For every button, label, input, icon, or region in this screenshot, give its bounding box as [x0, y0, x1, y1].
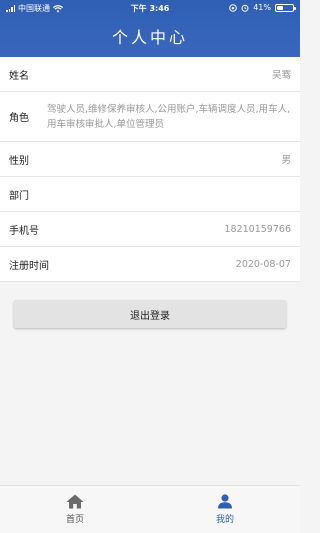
battery-icon — [275, 3, 296, 12]
profile-row-department: 部门 — [0, 177, 300, 212]
row-label: 角色 — [9, 113, 29, 124]
row-label: 姓名 — [9, 70, 29, 82]
user-icon — [218, 494, 232, 509]
tab-mine[interactable]: 我的 — [150, 486, 300, 533]
row-value: 吴骞 — [271, 70, 291, 81]
profile-row-phone: 手机号 18210159766 — [0, 212, 300, 247]
home-icon — [66, 494, 84, 509]
tab-label: 首页 — [65, 515, 84, 525]
logout-container: 退出登录 — [14, 300, 286, 328]
row-label: 手机号 — [9, 225, 39, 237]
profile-list: 姓名 吴骞 角色 驾驶人员,维修保养审核人,公用账户,车辆调度人员,用车人,用车… — [0, 57, 300, 282]
status-bar: 中国联通 下午 3:46 41% — [0, 0, 300, 16]
row-value: 2020-08-07 — [235, 258, 291, 270]
profile-row-register-date: 注册时间 2020-08-07 — [0, 247, 300, 282]
row-value: 驾驶人员,维修保养审核人,公用账户,车辆调度人员,用车人,用车审核审批人,单位管… — [47, 103, 291, 130]
header-bar: 中国联通 下午 3:46 41% 个人中心 — [0, 0, 300, 57]
row-label: 注册时间 — [9, 260, 49, 272]
logout-button[interactable]: 退出登录 — [14, 300, 286, 328]
row-label: 性别 — [9, 155, 29, 167]
profile-row-name: 姓名 吴骞 — [0, 57, 300, 92]
profile-row-role: 角色 驾驶人员,维修保养审核人,公用账户,车辆调度人员,用车人,用车审核审批人,… — [0, 92, 300, 142]
battery-percent: 41% — [253, 3, 271, 12]
row-value: 男 — [281, 155, 291, 166]
row-value: 18210159766 — [224, 223, 292, 235]
orientation-lock-icon — [229, 3, 238, 12]
profile-row-gender: 性别 男 — [0, 142, 300, 177]
alarm-icon — [241, 4, 249, 12]
bottom-tab-bar: 首页 我的 — [0, 485, 300, 533]
tab-label: 我的 — [215, 515, 234, 525]
page-title: 个人中心 — [111, 28, 188, 47]
row-label: 部门 — [9, 190, 29, 202]
tab-home[interactable]: 首页 — [0, 486, 150, 533]
